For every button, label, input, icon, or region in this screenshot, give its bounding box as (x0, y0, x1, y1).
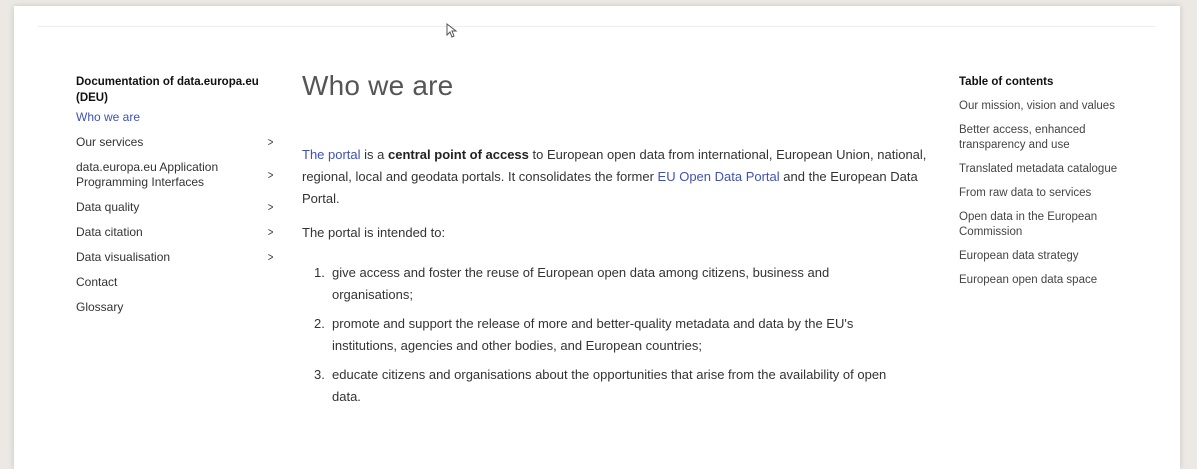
list-item-number: 1. (314, 265, 325, 280)
header-divider (38, 26, 1156, 27)
chevron-right-icon[interactable]: > (268, 168, 274, 183)
chevron-right-icon[interactable]: > (268, 250, 274, 265)
sidebar-title: Documentation of data.europa.eu (DEU) (76, 76, 259, 104)
sidebar-item-contact[interactable]: Contact (76, 275, 266, 290)
toc-item-data-strategy[interactable]: European data strategy (959, 249, 1139, 264)
sidebar-item-label: Data quality (76, 200, 140, 214)
chevron-right-icon[interactable]: > (268, 135, 274, 150)
sidebar-item-who-we-are[interactable]: Who we are (76, 110, 266, 125)
intro-paragraph: The portal is a central point of access … (302, 144, 942, 210)
intended-heading: The portal is intended to: (302, 225, 446, 240)
intro-text: is a (360, 147, 389, 162)
toc-item-mission[interactable]: Our mission, vision and values (959, 99, 1139, 114)
list-item-text: promote and support the release of more … (332, 316, 854, 353)
sidebar-item-api[interactable]: data.europa.eu Application Programming I… (76, 160, 273, 190)
sidebar-item-label: data.europa.eu Application Programming I… (76, 160, 219, 189)
toc-title: Table of contents (959, 76, 1054, 88)
page-container: Documentation of data.europa.eu (DEU) Wh… (14, 6, 1180, 469)
chevron-right-icon[interactable]: > (268, 225, 274, 240)
purpose-list: 1. give access and foster the reuse of E… (302, 262, 942, 408)
sidebar-item-our-services[interactable]: Our services > (76, 135, 273, 150)
documentation-sidebar: Documentation of data.europa.eu (DEU) Wh… (76, 74, 273, 325)
sidebar-item-data-quality[interactable]: Data quality > (76, 200, 273, 215)
the-portal-link[interactable]: The portal (302, 147, 361, 162)
mouse-pointer-icon (446, 23, 458, 38)
main-content: Who we are The portal is a central point… (302, 70, 942, 415)
sidebar-item-glossary[interactable]: Glossary (76, 300, 266, 315)
sidebar-item-label: Data citation (76, 225, 143, 239)
list-item-number: 2. (314, 316, 325, 331)
list-item: 2. promote and support the release of mo… (302, 313, 942, 357)
toc-item-translated-metadata[interactable]: Translated metadata catalogue (959, 162, 1139, 177)
list-item: 3. educate citizens and organisations ab… (302, 364, 942, 408)
toc-item-open-data-space[interactable]: European open data space (959, 273, 1139, 288)
sidebar-item-label: Who we are (76, 110, 141, 124)
eu-open-data-portal-link[interactable]: EU Open Data Portal (658, 169, 780, 184)
list-item-number: 3. (314, 367, 325, 382)
toc-item-better-access[interactable]: Better access, enhanced transparency and… (959, 123, 1139, 153)
sidebar-item-label: Our services (76, 135, 144, 149)
toc-item-raw-data[interactable]: From raw data to services (959, 186, 1139, 201)
list-item-text: educate citizens and organisations about… (332, 367, 887, 404)
chevron-right-icon[interactable]: > (268, 200, 274, 215)
sidebar-item-label: Data visualisation (76, 250, 171, 264)
table-of-contents: Table of contents Our mission, vision an… (959, 74, 1139, 297)
sidebar-item-data-visualisation[interactable]: Data visualisation > (76, 250, 273, 265)
sidebar-item-label: Contact (76, 275, 118, 289)
page-title: Who we are (302, 70, 454, 101)
list-item: 1. give access and foster the reuse of E… (302, 262, 942, 306)
toc-item-open-data-commission[interactable]: Open data in the European Commission (959, 210, 1139, 240)
list-item-text: give access and foster the reuse of Euro… (332, 265, 830, 302)
sidebar-item-label: Glossary (76, 300, 124, 314)
intro-bold-text: central point of access (388, 147, 529, 162)
sidebar-item-data-citation[interactable]: Data citation > (76, 225, 273, 240)
